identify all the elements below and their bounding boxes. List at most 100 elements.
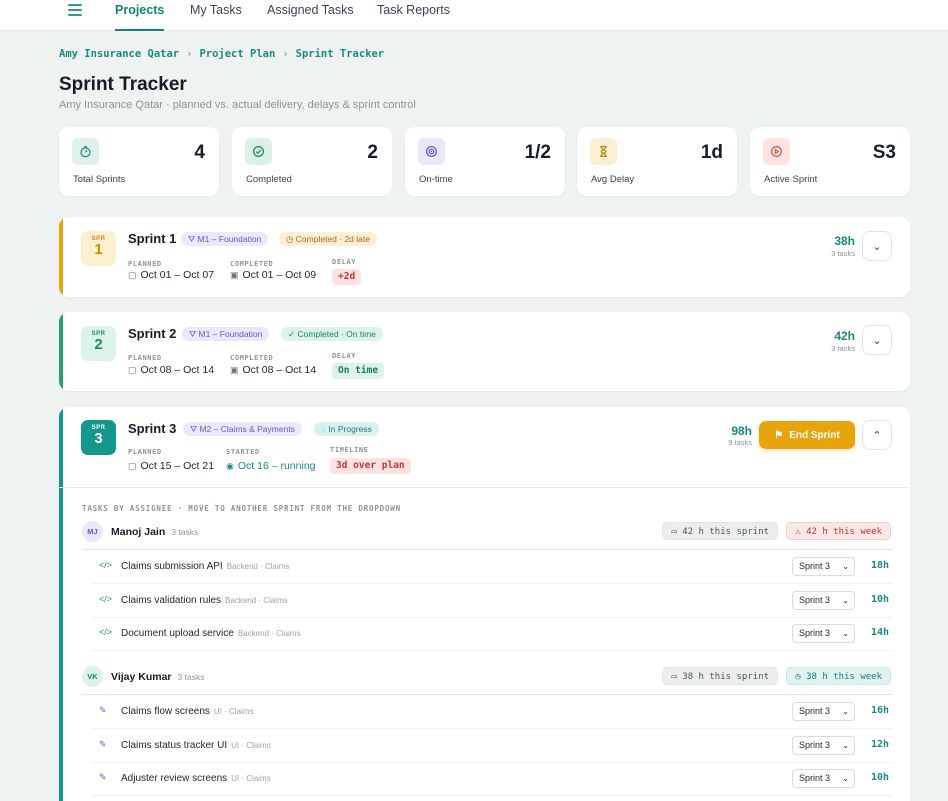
sprint-select[interactable]: Sprint 3 ⌄ — [792, 769, 855, 788]
stat-value: 1d — [700, 142, 723, 163]
task-row: </> Document upload service Backend · Cla… — [91, 617, 892, 651]
hourglass-icon — [590, 138, 617, 165]
tab-assigned-tasks[interactable]: Assigned Tasks — [267, 3, 354, 31]
task-meta: Backend · Claims — [225, 596, 288, 605]
target-icon — [418, 138, 445, 165]
sprint-card-2[interactable]: SPR 2 Sprint 2 ⛛ M1 – Foundation ✓ Compl… — [59, 312, 910, 391]
task-meta: Backend · Claims — [237, 629, 301, 638]
milestone-pill: ⛛ M2 – Claims & Payments — [183, 422, 302, 436]
end-sprint-button[interactable]: ⚑ End Sprint — [759, 421, 855, 449]
stat-value: 2 — [367, 142, 378, 163]
sprint-task-count: 3 tasks — [831, 344, 855, 353]
expand-button[interactable]: ⌄ — [862, 325, 892, 355]
completed-caption: COMPLETED — [230, 260, 274, 268]
calendar-icon: ▢ — [128, 461, 137, 471]
sprint-select-value: Sprint 3 — [799, 595, 831, 605]
sprint-card-1[interactable]: SPR 1 Sprint 1 ⛛ M1 – Foundation ◷ Compl… — [59, 217, 910, 297]
sprint-card-3[interactable]: SPR 3 Sprint 3 ⛛ M2 – Claims & Payments … — [59, 407, 910, 801]
completed-value: Oct 01 – Oct 09 — [242, 269, 317, 281]
stopwatch-icon — [72, 138, 99, 165]
brush-icon: ✎ — [99, 772, 107, 782]
task-hours: 14h — [870, 627, 889, 638]
planned-value: Oct 01 – Oct 07 — [140, 269, 215, 281]
folder-icon: ▭ — [671, 527, 683, 537]
breadcrumb-item[interactable]: Project Plan — [199, 48, 275, 60]
menu-icon[interactable] — [68, 4, 82, 16]
task-row: ✎ Claims status tracker UI UI · Claims Sp… — [91, 729, 892, 763]
chevron-down-icon: ⌄ — [872, 240, 882, 253]
chevron-up-icon: ⌃ — [872, 429, 882, 442]
calendar-check-icon: ▣ — [230, 270, 239, 280]
sprint-hours: 38h — [834, 234, 855, 248]
stat-value: 1/2 — [524, 142, 551, 163]
week-hours-text: 42 h this week — [806, 527, 882, 537]
started-value: Oct 16 – running — [237, 460, 316, 472]
task-title: Claims submission API — [121, 561, 223, 572]
badge-number: 1 — [94, 241, 103, 258]
expand-button[interactable]: ⌄ — [862, 231, 892, 261]
avatar: MJ — [82, 521, 103, 542]
completed-caption: COMPLETED — [230, 354, 274, 362]
sprint-select[interactable]: Sprint 3 ⌄ — [792, 624, 855, 643]
sprint-select-value: Sprint 3 — [799, 773, 831, 783]
delay-badge: +2d — [332, 269, 362, 285]
sprint-select[interactable]: Sprint 3 ⌄ — [792, 557, 855, 576]
clock-icon: ◷ — [795, 672, 807, 682]
sprint-hours: 42h — [834, 329, 855, 343]
sprint-select[interactable]: Sprint 3 ⌄ — [792, 736, 855, 755]
milestone-label: M2 – Claims & Payments — [199, 424, 295, 434]
chevron-right-icon: › — [186, 48, 193, 60]
brush-icon: ✎ — [99, 705, 107, 715]
milestone-pill: ⛛ M1 – Foundation — [182, 327, 270, 341]
delay-caption: DELAY — [332, 352, 357, 360]
page-subtitle: Amy Insurance Qatar · planned vs. actual… — [59, 99, 416, 111]
chevron-down-icon: ⌄ — [842, 707, 849, 716]
tab-my-tasks[interactable]: My Tasks — [190, 3, 242, 31]
task-row: ✎ Claims flow screens UI · Claims Sprint … — [91, 695, 892, 729]
task-hours: 18h — [870, 560, 889, 571]
task-title: Claims flow screens — [121, 706, 210, 717]
sprint-select[interactable]: Sprint 3 ⌄ — [792, 702, 855, 721]
task-name: Adjuster review screens UI · Claims — [121, 773, 271, 784]
section-divider — [59, 487, 910, 488]
started-dates: ◉ Oct 16 – running — [226, 460, 316, 472]
sprint-badge: SPR 3 — [81, 420, 116, 455]
tab-task-reports[interactable]: Task Reports — [377, 3, 450, 31]
sprint-select[interactable]: Sprint 3 ⌄ — [792, 591, 855, 610]
planned-value: Oct 08 – Oct 14 — [140, 364, 215, 376]
planned-caption: PLANNED — [128, 260, 162, 268]
calendar-check-icon: ▣ — [230, 365, 239, 375]
planned-dates: ▢ Oct 15 – Oct 21 — [128, 460, 214, 472]
status-label: In Progress — [328, 424, 372, 434]
sprint-hours-text: 42 h this sprint — [682, 527, 769, 537]
delay-badge: On time — [332, 363, 385, 379]
sprint-hours: 98h — [731, 424, 752, 438]
status-label: Completed · On time — [297, 329, 376, 339]
started-caption: STARTED — [226, 448, 260, 456]
play-circle-icon: ◉ — [226, 461, 234, 471]
avatar: VK — [82, 666, 103, 687]
task-title: Adjuster review screens — [121, 773, 228, 784]
stat-label: On-time — [419, 174, 453, 185]
top-nav: Projects My Tasks Assigned Tasks Task Re… — [0, 0, 948, 31]
section-caption: TASKS BY ASSIGNEE · MOVE TO ANOTHER SPRI… — [82, 504, 401, 513]
completed-dates: ▣ Oct 08 – Oct 14 — [230, 364, 316, 376]
milestone-icon: ⛛ — [189, 329, 199, 339]
sprint-select-value: Sprint 3 — [799, 561, 831, 571]
completed-dates: ▣ Oct 01 – Oct 09 — [230, 269, 316, 281]
folder-icon: ▭ — [671, 672, 683, 682]
brush-icon: ✎ — [99, 739, 107, 749]
assignee-name-text: Vijay Kumar — [111, 671, 172, 683]
milestone-icon: ⛛ — [188, 234, 198, 244]
task-hours: 16h — [870, 705, 889, 716]
tab-projects[interactable]: Projects — [115, 3, 165, 31]
play-circle-icon — [763, 138, 790, 165]
sprint-name: Sprint 2 — [128, 326, 177, 341]
task-meta: Backend · Claims — [226, 562, 290, 571]
sprint-hours-chip: ▭ 38 h this sprint — [662, 667, 778, 685]
check-circle-icon — [245, 138, 272, 165]
breadcrumb-item[interactable]: Amy Insurance Qatar — [59, 48, 179, 60]
collapse-button[interactable]: ⌃ — [862, 420, 892, 450]
stat-value: 4 — [194, 142, 205, 163]
planned-caption: PLANNED — [128, 354, 162, 362]
